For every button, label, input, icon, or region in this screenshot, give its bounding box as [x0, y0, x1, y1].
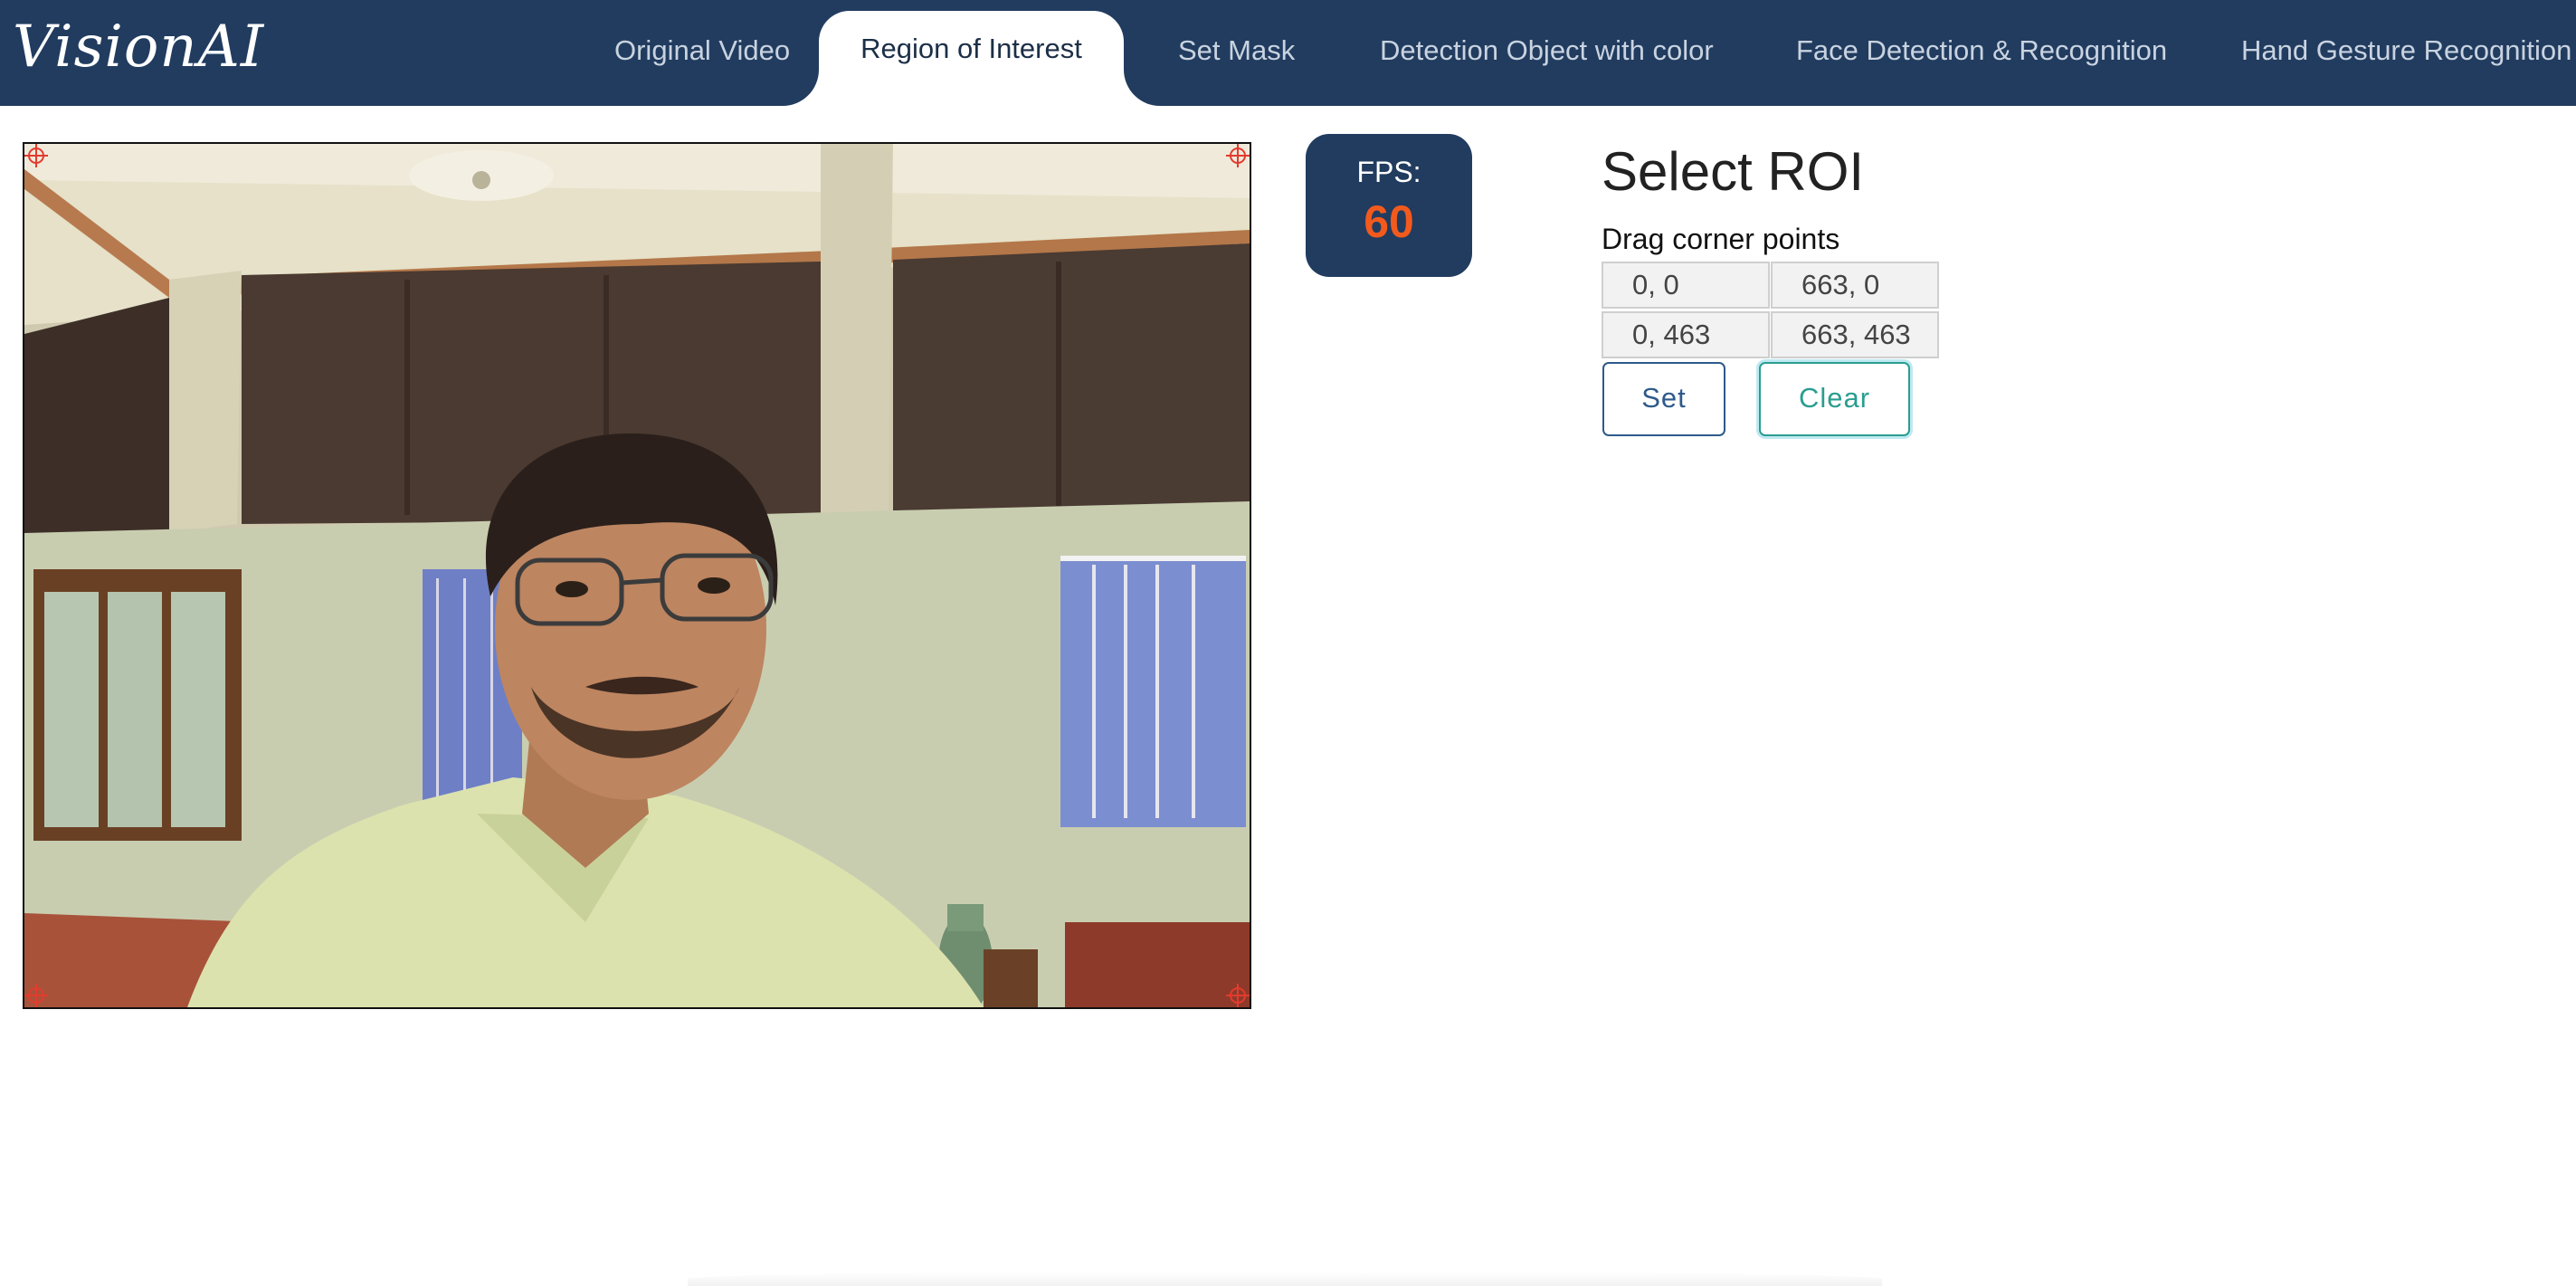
video-feed[interactable] [23, 142, 1251, 1009]
tab-face-detection-recognition[interactable]: Face Detection & Recognition [1796, 13, 2167, 89]
app-logo[interactable]: VisionAI [13, 11, 264, 83]
active-tab-curve-right [1124, 70, 1160, 106]
roi-title: Select ROI [1602, 141, 1865, 202]
fps-badge: FPS: 60 [1306, 134, 1472, 277]
top-right-crosshair-icon[interactable] [1224, 142, 1251, 169]
page-bottom-shadow [688, 1272, 1882, 1286]
video-frame-image [24, 144, 1250, 1007]
top-left-point-field[interactable] [1602, 262, 1770, 309]
top-left-crosshair-icon[interactable] [23, 142, 50, 169]
roi-instruction: Drag corner points [1602, 223, 1840, 255]
bottom-left-point-field[interactable] [1602, 311, 1770, 358]
bottom-left-crosshair-icon[interactable] [23, 982, 50, 1009]
tab-set-mask[interactable]: Set Mask [1178, 13, 1295, 89]
tab-original-video[interactable]: Original Video [614, 13, 790, 89]
top-navbar: VisionAI Original Video Region of Intere… [0, 0, 2576, 106]
bottom-right-crosshair-icon[interactable] [1224, 982, 1251, 1009]
fps-label: FPS: [1356, 156, 1421, 188]
clear-button[interactable]: Clear [1759, 362, 1910, 436]
set-button[interactable]: Set [1602, 362, 1725, 436]
tab-hand-gesture-recognition[interactable]: Hand Gesture Recognition [2241, 13, 2571, 89]
bottom-right-point-field[interactable] [1771, 311, 1939, 358]
tab-detection-object-with-color[interactable]: Detection Object with color [1380, 13, 1714, 89]
tab-region-of-interest-label: Region of Interest [860, 33, 1082, 64]
tab-region-of-interest[interactable]: Region of Interest [819, 11, 1124, 106]
fps-value: 60 [1364, 196, 1414, 247]
top-right-point-field[interactable] [1771, 262, 1939, 309]
